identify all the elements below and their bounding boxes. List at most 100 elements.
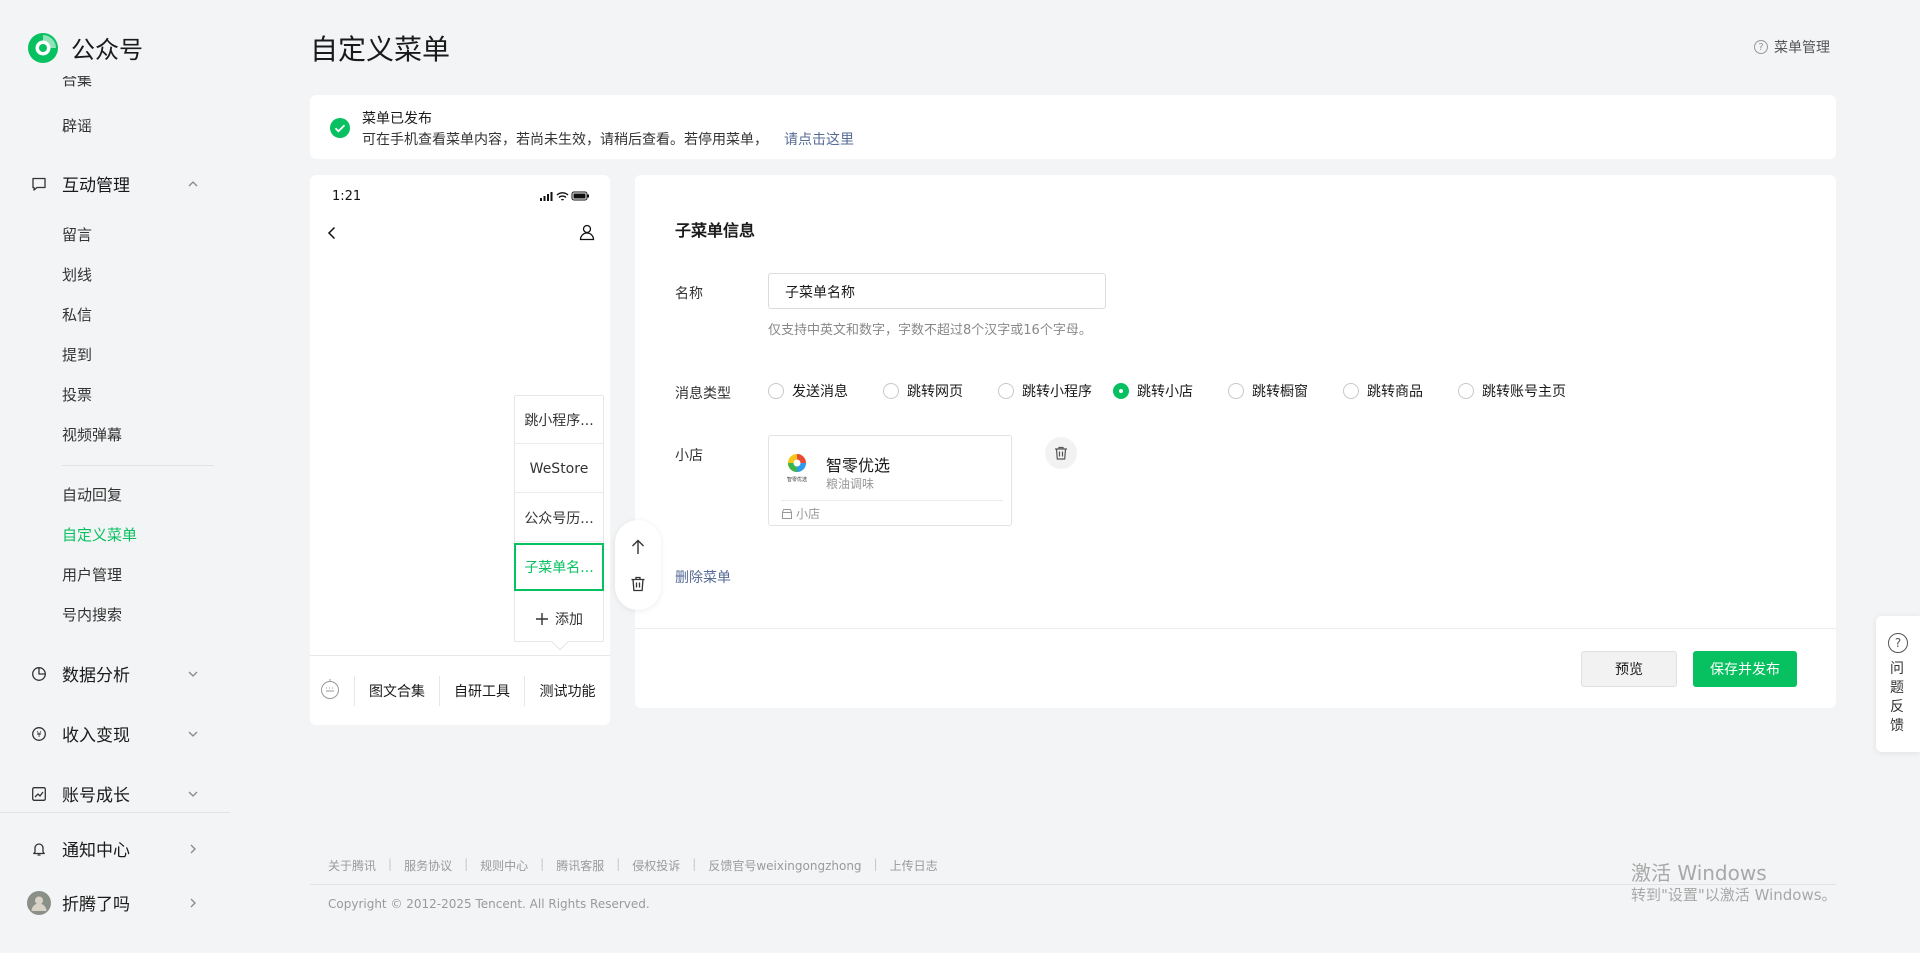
chevron-up-icon [188, 180, 198, 186]
delete-menu-link[interactable]: 删除菜单 [675, 567, 731, 587]
radio-label: 跳转橱窗 [1252, 384, 1308, 400]
check-circle-icon [330, 118, 350, 138]
radio-label: 跳转账号主页 [1482, 384, 1566, 400]
disable-menu-link[interactable]: 请点击这里 [784, 132, 854, 148]
sidebar-group-growth[interactable]: 账号成长 [30, 781, 200, 806]
sidebar-item-mentions[interactable]: 提到 [62, 344, 92, 365]
sidebar-item-messages[interactable]: 私信 [62, 304, 92, 325]
brand-logo[interactable]: 公众号 [27, 30, 143, 65]
sidebar-item-in-account-search[interactable]: 号内搜索 [62, 604, 122, 625]
sidebar-item-comments[interactable]: 留言 [62, 224, 92, 245]
sidebar-group-income[interactable]: ¥ 收入变现 [30, 721, 200, 746]
trash-icon[interactable] [629, 575, 647, 593]
chevron-right-icon [190, 844, 196, 853]
footer-link[interactable]: 侵权投诉 [632, 857, 680, 874]
radio-label: 跳转网页 [907, 384, 963, 400]
radio-jump-account-home[interactable]: 跳转账号主页 [1458, 381, 1566, 401]
submenu-tools [615, 520, 661, 610]
feedback-tab[interactable]: ? 问题反馈 [1876, 616, 1920, 752]
radio-send-message[interactable]: 发送消息 [768, 381, 883, 401]
avatar [27, 890, 51, 915]
sidebar-notification-center[interactable]: 通知中心 [30, 836, 200, 861]
submenu-name-input[interactable]: 子菜单名称 [768, 273, 1106, 309]
panel-divider [635, 628, 1836, 629]
sidebar-item-collection[interactable]: 合集 [62, 76, 92, 88]
footer-link[interactable]: 上传日志 [890, 857, 938, 874]
shop-card[interactable]: 智零优选 智零优选 粮油调味 小店 [768, 435, 1012, 526]
bottom-menu-item[interactable]: 图文合集 [355, 656, 439, 726]
bell-icon [30, 840, 48, 858]
wechat-mp-logo-icon [28, 32, 58, 63]
add-label: 添加 [555, 612, 583, 628]
back-arrow-icon[interactable] [324, 225, 340, 241]
section-title: 子菜单信息 [675, 221, 756, 240]
radio-jump-shop[interactable]: 跳转小店 [1113, 381, 1228, 401]
sidebar-item-votes[interactable]: 投票 [62, 384, 92, 405]
move-up-icon[interactable] [629, 538, 647, 556]
sidebar-item-auto-reply[interactable]: 自动回复 [62, 484, 122, 505]
chevron-down-icon [188, 671, 198, 677]
sidebar-group-label: 数据分析 [62, 666, 130, 686]
sidebar-divider [62, 465, 214, 466]
message-type-label: 消息类型 [675, 386, 731, 402]
copyright: Copyright © 2012-2025 Tencent. All Right… [328, 897, 650, 911]
sidebar-group-label: 收入变现 [62, 726, 130, 746]
phone-menu-bar: 图文合集 自研工具 测试功能 [310, 655, 610, 725]
sidebar-divider [0, 812, 230, 813]
help-link-label: 菜单管理 [1774, 40, 1830, 56]
radio-jump-webpage[interactable]: 跳转网页 [883, 381, 998, 401]
submenu-item[interactable]: 公众号历... [515, 494, 603, 542]
message-type-group: 发送消息 跳转网页 跳转小程序 跳转小店 跳转橱窗 跳转商品 跳转账号主页 [768, 381, 1566, 401]
shop-category: 粮油调味 [826, 477, 875, 491]
footer-link[interactable]: 关于腾讯 [328, 857, 376, 874]
phone-time: 1:21 [332, 189, 362, 204]
sidebar-item-underline[interactable]: 划线 [62, 264, 92, 285]
preview-button[interactable]: 预览 [1581, 651, 1677, 687]
bottom-menu-item[interactable]: 自研工具 [440, 656, 524, 726]
user-icon[interactable] [578, 223, 596, 241]
footer-link[interactable]: 反馈官号weixingongzhong [708, 857, 861, 874]
feedback-label: 问题反馈 [1890, 661, 1904, 734]
save-and-publish-button[interactable]: 保存并发布 [1693, 651, 1797, 687]
remove-shop-button[interactable] [1045, 437, 1077, 469]
radio-jump-showcase[interactable]: 跳转橱窗 [1228, 381, 1343, 401]
plus-icon [536, 613, 548, 625]
notice-text: 可在手机查看菜单内容，若尚未生效，请稍后查看。若停用菜单， [362, 132, 768, 148]
bottom-menu-item[interactable]: 测试功能 [525, 656, 610, 726]
radio-label: 跳转商品 [1367, 384, 1423, 400]
radio-label: 发送消息 [792, 384, 848, 400]
menu-management-help-link[interactable]: ? 菜单管理 [1754, 37, 1830, 57]
footer-link[interactable]: 规则中心 [480, 857, 528, 874]
trend-icon [30, 785, 48, 803]
submenu-item[interactable]: 跳小程序... [515, 396, 603, 444]
sidebar-item-user-management[interactable]: 用户管理 [62, 564, 122, 585]
footer-link[interactable]: 服务协议 [404, 857, 452, 874]
radio-dot [998, 383, 1014, 399]
submenu-item-selected[interactable]: 子菜单名... [514, 543, 604, 591]
radio-label: 跳转小店 [1137, 384, 1193, 400]
sidebar-item-video-danmu[interactable]: 视频弹幕 [62, 424, 122, 445]
sidebar-group-label: 通知中心 [62, 841, 130, 861]
sidebar-account-profile[interactable]: 折腾了吗 [27, 890, 200, 915]
shop-label: 小店 [675, 448, 703, 464]
sidebar-item-custom-menu[interactable]: 自定义菜单 [62, 524, 137, 545]
radio-jump-product[interactable]: 跳转商品 [1343, 381, 1458, 401]
radio-jump-miniprogram[interactable]: 跳转小程序 [998, 381, 1113, 401]
radio-dot [768, 383, 784, 399]
submenu-item[interactable]: WeStore [515, 445, 603, 493]
chat-icon [30, 175, 48, 193]
keyboard-icon[interactable] [320, 678, 340, 700]
radio-dot-selected [1113, 383, 1129, 399]
sidebar-group-data-analysis[interactable]: 数据分析 [30, 661, 200, 686]
shop-logo: 智零优选 [781, 451, 813, 483]
chevron-right-icon [190, 898, 196, 907]
footer-divider [310, 884, 1836, 885]
sidebar-item-rumor[interactable]: 辟谣 [62, 115, 92, 136]
footer-link[interactable]: 腾讯客服 [556, 857, 604, 874]
sidebar-group-interact[interactable]: 互动管理 [30, 171, 200, 196]
shop-name: 智零优选 [826, 456, 891, 475]
store-icon [782, 508, 792, 519]
chevron-down-icon [188, 791, 198, 797]
account-name: 折腾了吗 [62, 895, 130, 915]
notice-description: 可在手机查看菜单内容，若尚未生效，请稍后查看。若停用菜单， 请点击这里 [362, 129, 854, 149]
